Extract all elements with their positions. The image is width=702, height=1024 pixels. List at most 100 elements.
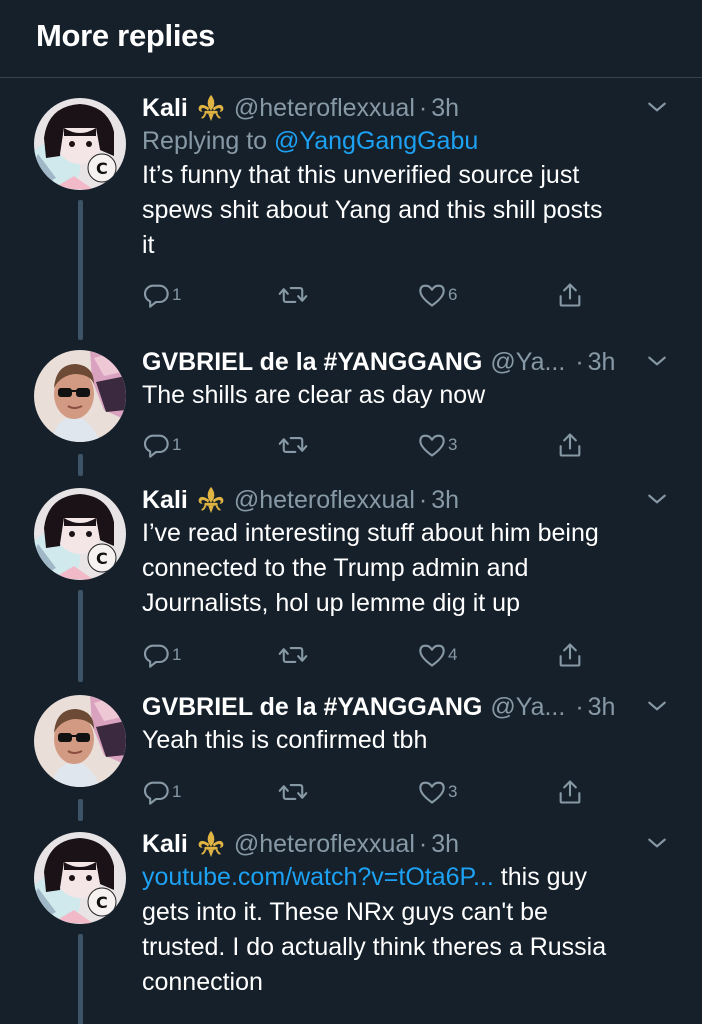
- text-line: connection: [142, 968, 263, 996]
- tweet-text: Yeah this is confirmed tbh: [142, 723, 672, 758]
- share-icon: [556, 641, 584, 669]
- text-line: Yeah this is confirmed tbh: [142, 726, 428, 754]
- reply-button[interactable]: 1: [142, 778, 181, 806]
- share-button[interactable]: [556, 641, 584, 669]
- thread-line: [78, 454, 83, 476]
- timestamp[interactable]: 3h: [588, 691, 616, 723]
- retweet-button[interactable]: [278, 778, 308, 806]
- timestamp[interactable]: 3h: [588, 346, 616, 378]
- chevron-down-icon[interactable]: [646, 695, 668, 722]
- text-line: The shills are clear as day now: [142, 381, 486, 409]
- avatar[interactable]: [34, 98, 126, 190]
- retweet-button[interactable]: [278, 431, 308, 459]
- reply-count: 1: [172, 285, 182, 304]
- like-count: 6: [448, 285, 458, 304]
- share-icon: [556, 778, 584, 806]
- author-name[interactable]: Kali: [142, 92, 188, 124]
- tweet[interactable]: Kali @heteroflexxual · 3h youtube.com/wa…: [0, 828, 702, 1024]
- avatar[interactable]: [34, 695, 126, 787]
- share-button[interactable]: [556, 281, 584, 309]
- author-handle[interactable]: @heteroflexxual: [234, 828, 415, 860]
- thread-line: [78, 200, 83, 340]
- retweet-icon: [278, 778, 308, 806]
- tweet-header: Kali @heteroflexxual · 3h: [142, 828, 672, 860]
- separator: ·: [575, 348, 584, 376]
- avatar[interactable]: [34, 832, 126, 924]
- avatar[interactable]: [34, 488, 126, 580]
- author-handle[interactable]: @heteroflexxual: [234, 92, 415, 124]
- text-fragment: this guy: [493, 863, 587, 891]
- youtube-link[interactable]: youtube.com/watch?v=tOta6P...: [142, 863, 494, 891]
- thread-line: [78, 590, 83, 682]
- chevron-down-icon[interactable]: [646, 350, 668, 377]
- text-line: gets into it. These NRx guys can't be: [142, 898, 548, 926]
- tweet-text: The shills are clear as day now: [142, 378, 672, 413]
- author-name[interactable]: Kali: [142, 484, 188, 516]
- tweet-actions: 1 3: [142, 431, 672, 471]
- author-handle[interactable]: @Ya...: [490, 346, 565, 378]
- tweet[interactable]: GVBRIEL de la #YANGGANG @Ya... · 3h The …: [0, 346, 702, 476]
- replying-prefix: Replying to: [142, 127, 268, 155]
- separator: ·: [418, 486, 428, 514]
- tweet[interactable]: GVBRIEL de la #YANGGANG @Ya... · 3h Yeah…: [0, 691, 702, 821]
- reply-button[interactable]: 1: [142, 641, 181, 669]
- share-button[interactable]: [556, 431, 584, 459]
- like-button[interactable]: 3: [418, 431, 457, 459]
- text-line: It’s funny that this unverified source j…: [142, 161, 580, 189]
- tweet[interactable]: Kali @heteroflexxual · 3h Replying to @Y…: [0, 92, 702, 342]
- author-handle[interactable]: @heteroflexxual: [234, 484, 415, 516]
- reply-icon: [142, 281, 170, 309]
- like-button[interactable]: 3: [418, 778, 457, 806]
- separator: ·: [418, 94, 428, 122]
- reply-count: 1: [172, 645, 182, 664]
- tweet-text: It’s funny that this unverified source j…: [142, 158, 672, 263]
- text-line: I’ve read interesting stuff about him be…: [142, 519, 599, 547]
- text-line: trusted. I do actually think theres a Ru…: [142, 933, 607, 961]
- author-name[interactable]: Kali: [142, 828, 188, 860]
- like-button[interactable]: 6: [418, 281, 457, 309]
- like-button[interactable]: 4: [418, 641, 457, 669]
- retweet-icon: [278, 281, 308, 309]
- chevron-down-icon[interactable]: [646, 96, 668, 123]
- fleur-de-lis-icon: [196, 829, 226, 859]
- reply-button[interactable]: 1: [142, 431, 181, 459]
- timestamp[interactable]: 3h: [431, 92, 459, 124]
- replying-to: Replying to @YangGangGabu: [142, 124, 672, 158]
- author-name[interactable]: GVBRIEL de la #YANGGANG: [142, 346, 482, 378]
- text-line: connected to the Trump admin and: [142, 554, 529, 582]
- share-button[interactable]: [556, 778, 584, 806]
- text-line: spews shit about Yang and this shill pos…: [142, 196, 603, 224]
- mention-link[interactable]: @YangGangGabu: [274, 127, 478, 155]
- header: More replies: [0, 0, 702, 78]
- reply-icon: [142, 778, 170, 806]
- reply-icon: [142, 641, 170, 669]
- reply-icon: [142, 431, 170, 459]
- heart-icon: [418, 281, 446, 309]
- like-count: 3: [448, 435, 458, 454]
- tweet-text: I’ve read interesting stuff about him be…: [142, 516, 672, 621]
- heart-icon: [418, 641, 446, 669]
- tweet[interactable]: Kali @heteroflexxual · 3h I’ve read inte…: [0, 484, 702, 684]
- tweet-header: Kali @heteroflexxual · 3h: [142, 92, 672, 124]
- tweet-text: youtube.com/watch?v=tOta6P... this guy g…: [142, 860, 672, 1000]
- reply-count: 1: [172, 782, 182, 801]
- retweet-button[interactable]: [278, 641, 308, 669]
- text-line: Journalists, hol up lemme dig it up: [142, 589, 520, 617]
- chevron-down-icon[interactable]: [646, 832, 668, 859]
- heart-icon: [418, 431, 446, 459]
- retweet-button[interactable]: [278, 281, 308, 309]
- timestamp[interactable]: 3h: [431, 484, 459, 516]
- page-title: More replies: [36, 18, 216, 53]
- like-count: 3: [448, 782, 458, 801]
- separator: ·: [575, 693, 584, 721]
- avatar[interactable]: [34, 350, 126, 442]
- author-handle[interactable]: @Ya...: [490, 691, 565, 723]
- share-icon: [556, 281, 584, 309]
- timestamp[interactable]: 3h: [431, 828, 459, 860]
- reply-count: 1: [172, 435, 182, 454]
- author-name[interactable]: GVBRIEL de la #YANGGANG: [142, 691, 482, 723]
- fleur-de-lis-icon: [196, 93, 226, 123]
- heart-icon: [418, 778, 446, 806]
- chevron-down-icon[interactable]: [646, 488, 668, 515]
- reply-button[interactable]: 1: [142, 281, 181, 309]
